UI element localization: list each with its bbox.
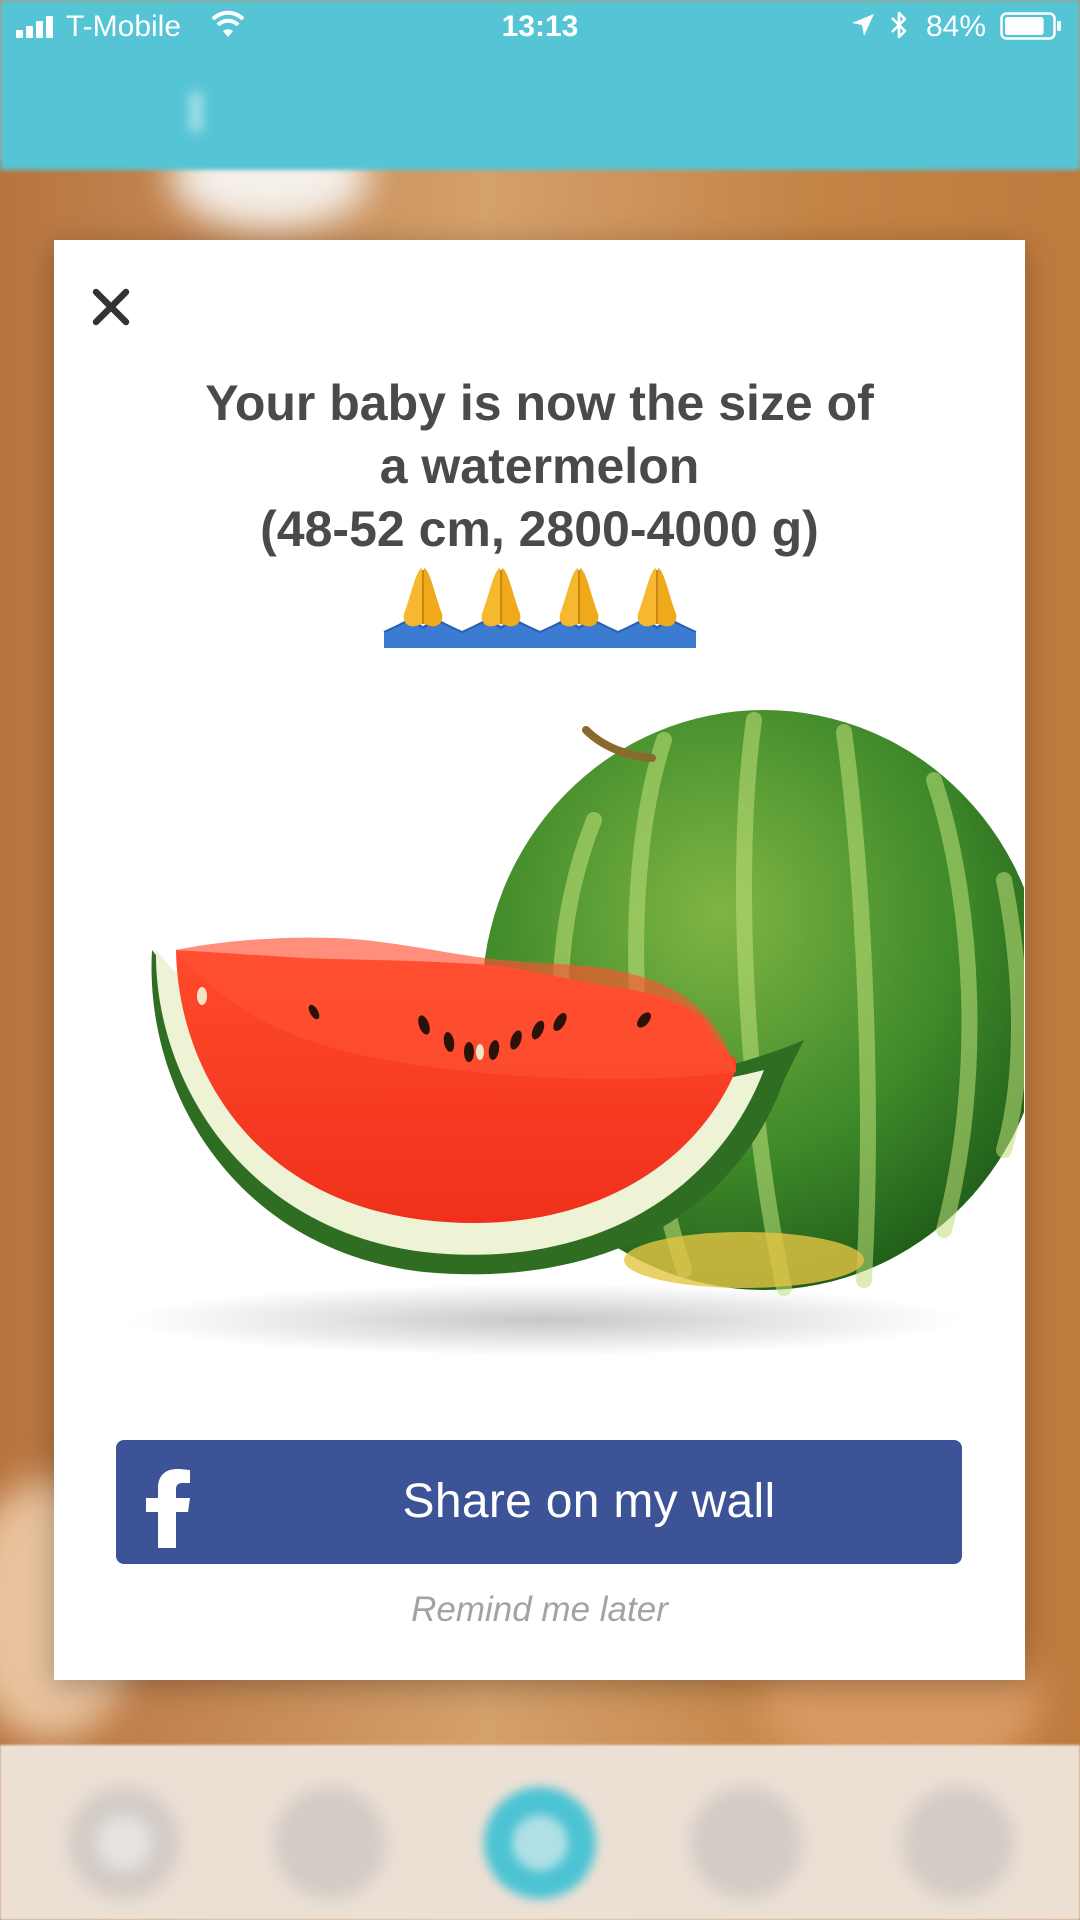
remind-me-later-link[interactable]: Remind me later (54, 1590, 1025, 1630)
folded-hands-icon (539, 568, 618, 648)
headline: Your baby is now the size of a watermelo… (114, 372, 965, 561)
folded-hands-icon (383, 568, 462, 648)
watermelon-image (124, 710, 1024, 1356)
battery-fill (1005, 17, 1044, 35)
battery-icon (1000, 12, 1061, 40)
background-tab-icon (274, 1787, 386, 1899)
headline-line: Your baby is now the size of (205, 375, 874, 431)
battery-percent: 84% (926, 10, 987, 43)
background-header-title (0, 78, 1080, 132)
facebook-icon (146, 1469, 190, 1548)
share-modal: Your baby is now the size of a watermelo… (54, 240, 1025, 1680)
status-time: 13:13 (501, 10, 579, 43)
close-icon[interactable] (84, 280, 138, 334)
background-tab-bar (0, 1745, 1080, 1920)
folded-hands-icon (617, 568, 696, 648)
background-tab-icon (690, 1787, 802, 1899)
share-button-label: Share on my wall (402, 1475, 776, 1528)
headline-line: (48-52 cm, 2800-4000 g) (260, 501, 819, 557)
background-tab-icon (902, 1787, 1014, 1899)
headline-line: a watermelon (379, 438, 700, 494)
folded-hands-icon (461, 568, 540, 648)
background-tab-icon (484, 1787, 596, 1899)
emoji-row (54, 562, 1025, 653)
background-tab-icon (68, 1787, 180, 1899)
share-on-wall-button[interactable]: Share on my wall (116, 1440, 962, 1564)
bluetooth-icon (891, 11, 907, 39)
status-bar: T-Mobile 13:13 84% (0, 0, 1080, 54)
location-arrow-icon (852, 14, 874, 36)
